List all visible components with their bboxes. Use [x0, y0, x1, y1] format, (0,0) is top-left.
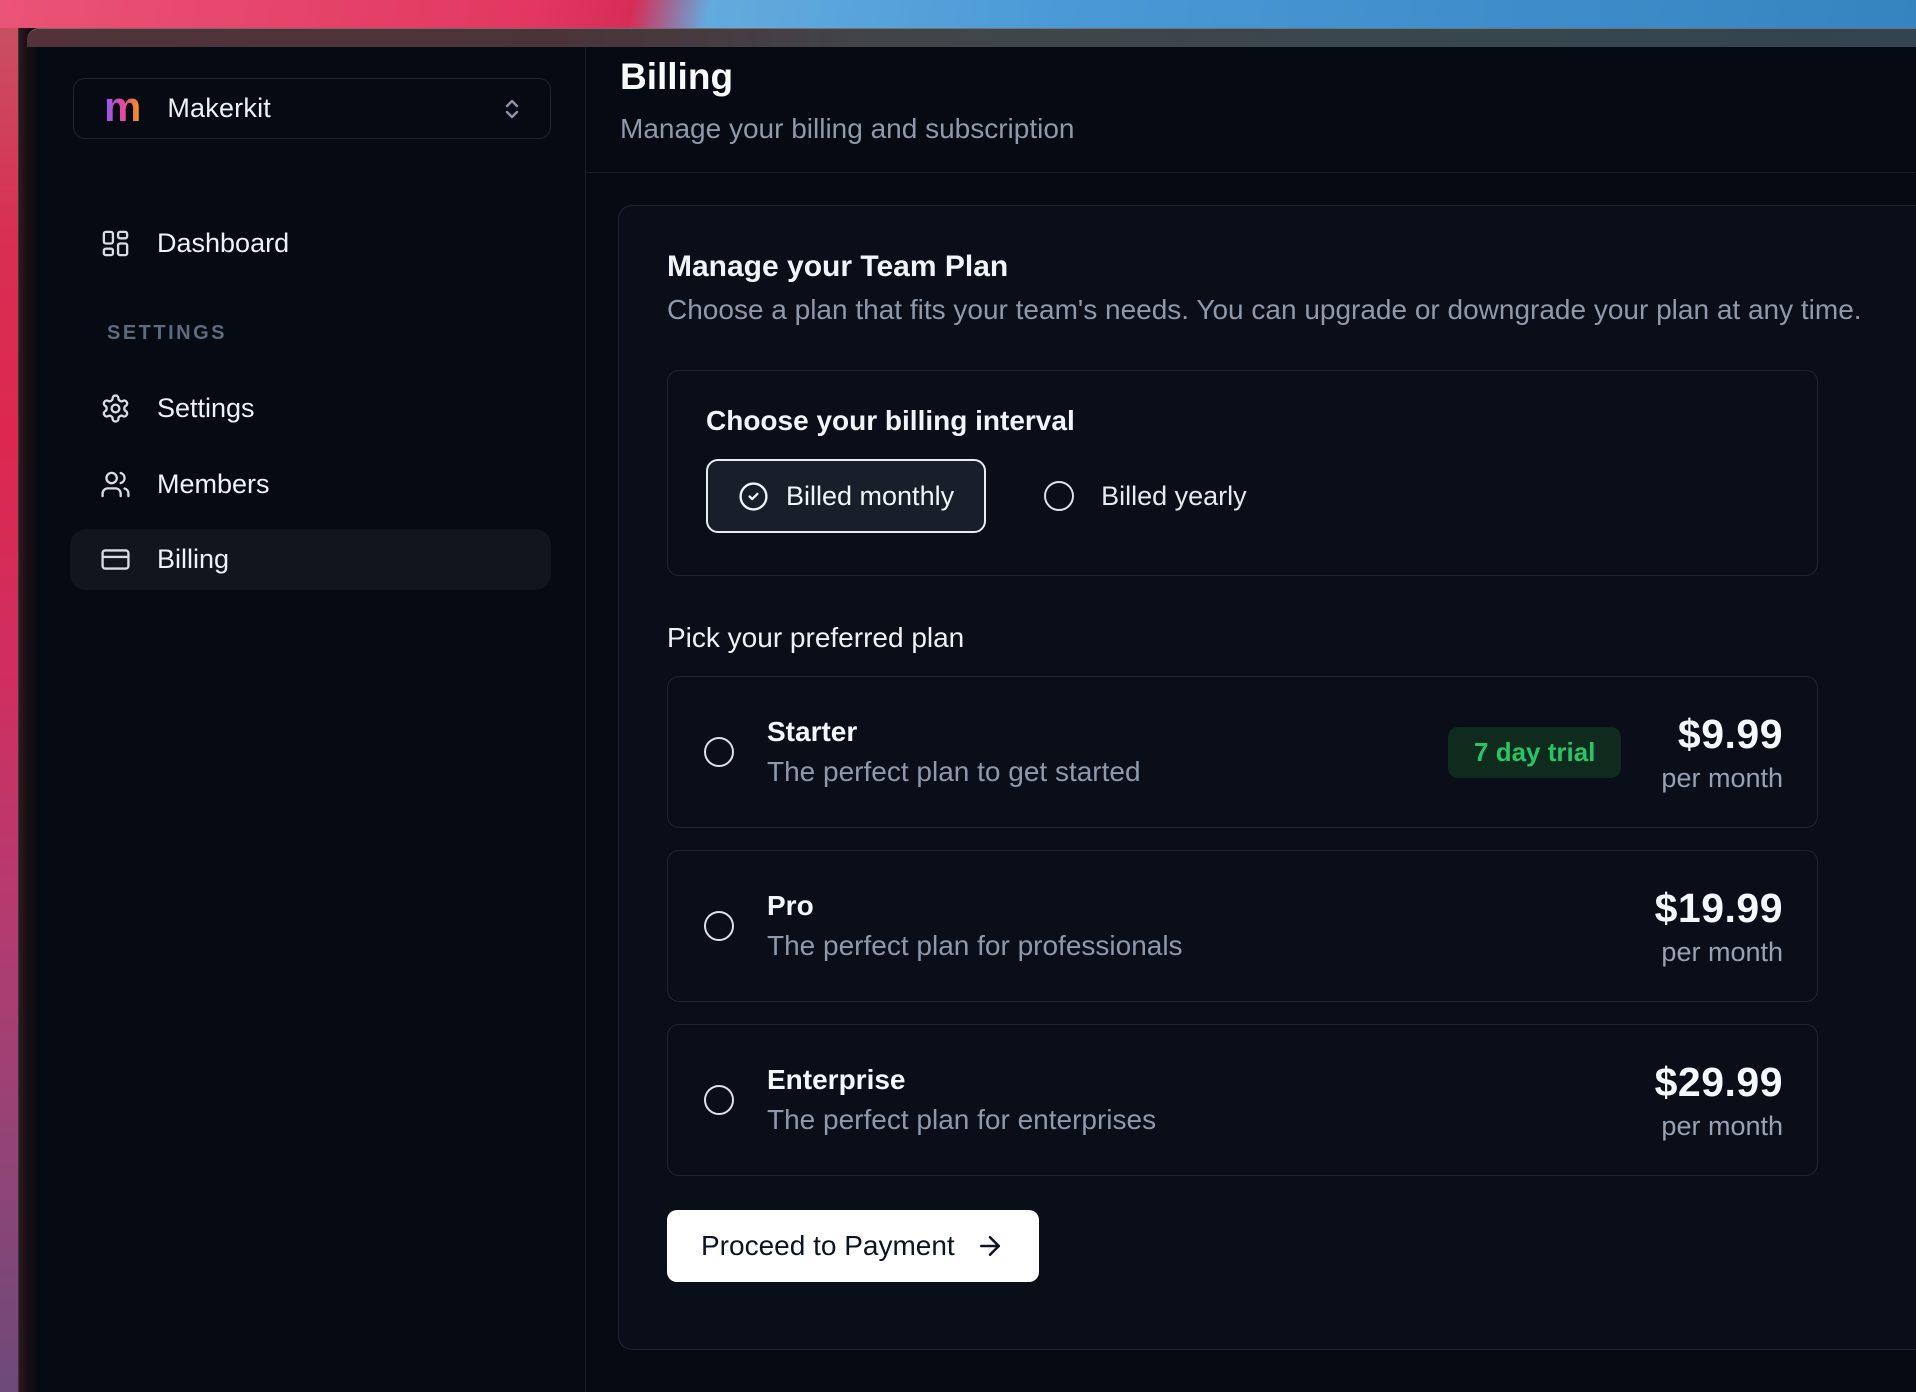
- credit-card-icon: [100, 544, 131, 575]
- workspace-name: Makerkit: [167, 93, 271, 124]
- window-edge-shadow: [18, 28, 37, 1392]
- plan-option-pro[interactable]: Pro The perfect plan for professionals $…: [667, 850, 1818, 1002]
- radio-unselected-icon[interactable]: [704, 1085, 734, 1115]
- sidebar-item-label: Members: [157, 469, 270, 500]
- page-title: Billing: [620, 56, 733, 98]
- billed-yearly-option[interactable]: Billed yearly: [1044, 481, 1247, 512]
- trial-badge: 7 day trial: [1448, 727, 1621, 778]
- billed-yearly-label: Billed yearly: [1101, 481, 1247, 512]
- plan-name: Pro: [767, 890, 1183, 922]
- gear-icon: [100, 393, 131, 424]
- billed-monthly-option[interactable]: Billed monthly: [706, 459, 986, 533]
- radio-unselected-icon[interactable]: [704, 737, 734, 767]
- plan-price: $19.99: [1655, 885, 1783, 932]
- workspace-selector[interactable]: m Makerkit: [73, 78, 551, 139]
- billing-interval-group: Choose your billing interval Billed mont…: [667, 370, 1818, 576]
- sidebar-item-dashboard[interactable]: Dashboard: [70, 213, 551, 274]
- dashboard-icon: [100, 228, 131, 259]
- plan-option-starter[interactable]: Starter The perfect plan to get started …: [667, 676, 1818, 828]
- chevrons-up-down-icon: [500, 97, 524, 121]
- makerkit-logo-icon: m: [104, 86, 141, 128]
- sidebar-item-settings[interactable]: Settings: [70, 378, 551, 439]
- card-description: Choose a plan that fits your team's need…: [667, 294, 1881, 326]
- sidebar-item-label: Billing: [157, 544, 229, 575]
- plan-description: The perfect plan for enterprises: [767, 1104, 1156, 1136]
- sidebar-item-label: Settings: [157, 393, 255, 424]
- proceed-to-payment-button[interactable]: Proceed to Payment: [667, 1210, 1039, 1282]
- desktop-wallpaper-top: [0, 0, 1916, 28]
- plan-description: The perfect plan to get started: [767, 756, 1141, 788]
- arrow-right-icon: [975, 1231, 1005, 1261]
- sidebar-item-billing[interactable]: Billing: [70, 529, 551, 590]
- proceed-to-payment-label: Proceed to Payment: [701, 1230, 955, 1262]
- desktop-wallpaper-left: [0, 28, 18, 1392]
- header-divider: [586, 172, 1916, 173]
- sidebar-item-members[interactable]: Members: [70, 454, 551, 515]
- billing-interval-label: Choose your billing interval: [706, 405, 1779, 437]
- check-circle-icon: [738, 481, 769, 512]
- radio-unselected-icon[interactable]: [704, 911, 734, 941]
- sidebar-item-label: Dashboard: [157, 228, 289, 259]
- sidebar-divider: [585, 47, 586, 1392]
- page-subtitle: Manage your billing and subscription: [620, 113, 1075, 145]
- pick-plan-label: Pick your preferred plan: [667, 622, 1881, 654]
- plan-option-enterprise[interactable]: Enterprise The perfect plan for enterpri…: [667, 1024, 1818, 1176]
- sidebar-section-settings: SETTINGS: [107, 322, 227, 345]
- plan-name: Starter: [767, 716, 1141, 748]
- window-titlebar: [27, 28, 1916, 47]
- plan-description: The perfect plan for professionals: [767, 930, 1183, 962]
- plan-period: per month: [1655, 1111, 1783, 1142]
- billed-monthly-label: Billed monthly: [786, 481, 954, 512]
- radio-unselected-icon: [1044, 481, 1074, 511]
- plan-period: per month: [1655, 937, 1783, 968]
- plan-name: Enterprise: [767, 1064, 1156, 1096]
- plan-price: $29.99: [1655, 1059, 1783, 1106]
- card-title: Manage your Team Plan: [667, 250, 1881, 284]
- plan-price: $9.99: [1661, 711, 1783, 758]
- plan-period: per month: [1661, 763, 1783, 794]
- users-icon: [100, 469, 131, 500]
- team-plan-card: Manage your Team Plan Choose a plan that…: [618, 205, 1916, 1350]
- app-window: m Makerkit Dashboard SETTINGS Settings M…: [37, 47, 1916, 1392]
